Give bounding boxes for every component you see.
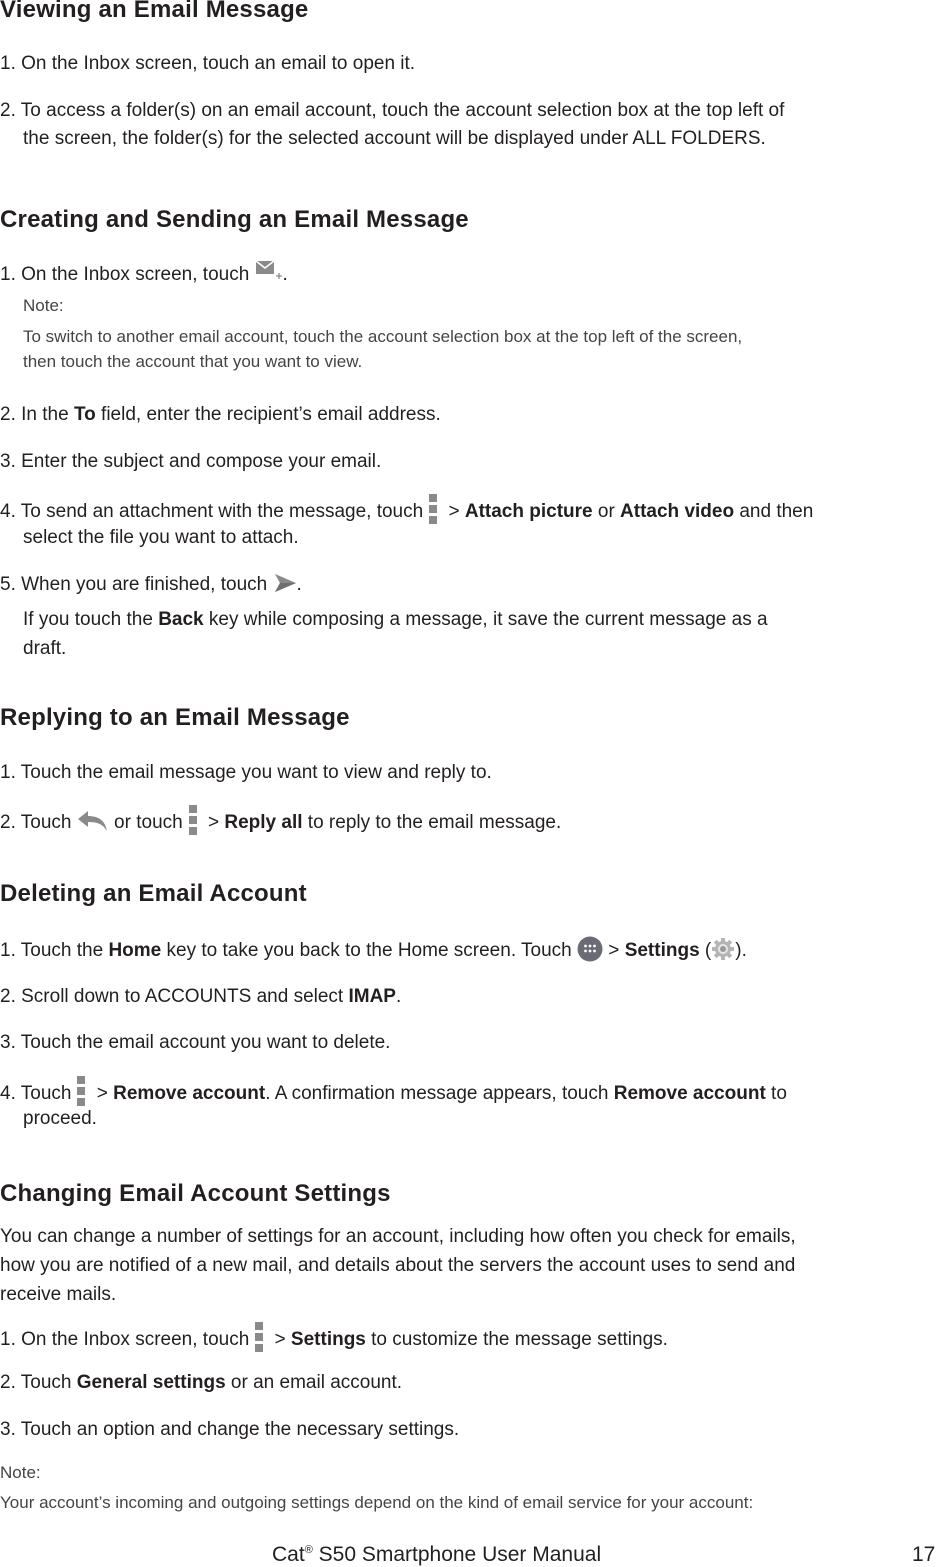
viewing-step-2-line-1: 2. To access a folder(s) on an email acc…: [0, 100, 785, 121]
creating-step-1: 1. On the Inbox screen, touch .: [0, 260, 288, 286]
deleting-step-1: 1. Touch the Home key to take you back t…: [0, 936, 747, 964]
text: .: [395, 986, 402, 1007]
text: 4. To send an attachment with the messag…: [0, 501, 424, 523]
remove-account-label: Remove account: [113, 1083, 266, 1105]
changing-note-text: Your account’s incoming and outgoing set…: [0, 1493, 754, 1512]
text: >: [202, 812, 225, 834]
heading-viewing: Viewing an Email Message: [0, 0, 309, 23]
overflow-menu-icon: [255, 1322, 264, 1352]
text: >: [269, 1329, 291, 1351]
settings-label: Settings: [290, 1329, 366, 1351]
creating-step-3: 3. Enter the subject and compose your em…: [0, 451, 382, 472]
text: >: [603, 940, 625, 962]
changing-step-1: 1. On the Inbox screen, touch > Settings…: [0, 1322, 668, 1355]
remove-account-label: Remove account: [613, 1083, 766, 1105]
attach-picture-label: Attach picture: [464, 501, 593, 523]
text: >: [443, 501, 465, 523]
page-number: 17: [912, 1543, 936, 1566]
send-icon: [273, 573, 297, 593]
creating-step-2: 2. In the To field, enter the recipient’…: [0, 404, 441, 426]
back-key-label: Back: [158, 609, 204, 630]
manual-title: S50 Smartphone User Manual: [312, 1543, 602, 1566]
text: .: [296, 574, 302, 595]
compose-mail-icon: [255, 260, 283, 282]
text: 2. In the: [0, 404, 74, 425]
text: . A confirmation message appears, touch: [265, 1083, 614, 1105]
text: to: [765, 1083, 787, 1105]
creating-step-4-line-2: select the file you want to attach.: [23, 527, 299, 548]
changing-step-3: 3. Touch an option and change the necess…: [0, 1419, 460, 1440]
text: or touch: [108, 812, 183, 834]
text: >: [91, 1083, 114, 1105]
text: key to take you back to the Home screen.…: [161, 940, 572, 962]
imap-label: IMAP: [348, 986, 396, 1007]
overflow-menu-icon: [188, 805, 197, 835]
changing-intro-line-3: receive mails.: [0, 1284, 117, 1305]
text: 2. Scroll down to ACCOUNTS and select: [0, 986, 349, 1007]
overflow-menu-icon: [429, 494, 438, 524]
creating-step-1-period: .: [282, 264, 288, 286]
heading-replying: Replying to an Email Message: [0, 704, 350, 731]
text: to customize the message settings.: [365, 1329, 668, 1351]
creating-note-line-1: To switch to another email account, touc…: [23, 327, 743, 346]
creating-step-1-text: 1. On the Inbox screen, touch: [0, 264, 250, 286]
overflow-menu-icon: [77, 1076, 86, 1106]
text: field, enter the recipient’s email addre…: [95, 404, 441, 425]
reply-icon: [77, 810, 109, 832]
text: 2. Touch: [0, 812, 72, 834]
text: 2. Touch: [0, 1372, 77, 1393]
viewing-step-2-line-2: the screen, the folder(s) for the select…: [23, 128, 766, 149]
changing-intro-line-1: You can change a number of settings for …: [0, 1226, 796, 1247]
reply-all-label: Reply all: [224, 812, 303, 834]
apps-icon: [577, 936, 603, 962]
heading-changing: Changing Email Account Settings: [0, 1180, 391, 1207]
viewing-step-1: 1. On the Inbox screen, touch an email t…: [0, 53, 416, 74]
text: ).: [735, 940, 747, 962]
attach-video-label: Attach video: [620, 501, 735, 523]
deleting-step-4-line-2: proceed.: [23, 1108, 97, 1129]
text: and then: [734, 501, 814, 523]
creating-note-line-2: then touch the account that you want to …: [23, 352, 363, 371]
deleting-step-2: 2. Scroll down to ACCOUNTS and select IM…: [0, 986, 401, 1008]
text: 1. On the Inbox screen, touch: [0, 1329, 250, 1351]
changing-step-2: 2. Touch General settings or an email ac…: [0, 1372, 402, 1394]
text: 1. Touch the: [0, 940, 109, 962]
replying-step-2: 2. Touch or touch > Reply all to reply t…: [0, 805, 562, 838]
replying-step-1: 1. Touch the email message you want to v…: [0, 762, 492, 783]
home-key-label: Home: [108, 940, 162, 962]
to-field-label: To: [73, 404, 96, 425]
text: or an email account.: [225, 1372, 403, 1393]
text: (: [699, 940, 712, 962]
heading-deleting: Deleting an Email Account: [0, 880, 307, 907]
settings-gear-icon: [711, 937, 735, 961]
deleting-step-4-line-1: 4. Touch > Remove account. A confirmatio…: [0, 1076, 787, 1109]
text: or: [592, 501, 621, 523]
creating-step-5-note-line-2: draft.: [23, 638, 67, 659]
changing-intro-line-2: how you are notified of a new mail, and …: [0, 1255, 796, 1276]
text: key while composing a message, it save t…: [203, 609, 768, 630]
creating-step-5-note-line-1: If you touch the Back key while composin…: [23, 609, 768, 631]
text: to reply to the email message.: [302, 812, 562, 834]
heading-creating: Creating and Sending an Email Message: [0, 206, 469, 233]
text: If you touch the: [23, 609, 159, 630]
deleting-step-3: 3. Touch the email account you want to d…: [0, 1032, 391, 1053]
text: 5. When you are finished, touch: [0, 574, 268, 595]
brand: Cat: [272, 1543, 305, 1566]
footer-title: Cat® S50 Smartphone User Manual: [272, 1543, 601, 1567]
creating-note-label: Note:: [23, 296, 64, 315]
creating-step-5: 5. When you are finished, touch .: [0, 573, 302, 596]
text: 4. Touch: [0, 1083, 72, 1105]
general-settings-label: General settings: [76, 1372, 226, 1393]
changing-note-label: Note:: [0, 1463, 41, 1482]
creating-step-4-line-1: 4. To send an attachment with the messag…: [0, 494, 814, 527]
registered-mark: ®: [304, 1544, 313, 1556]
settings-label: Settings: [624, 940, 700, 962]
